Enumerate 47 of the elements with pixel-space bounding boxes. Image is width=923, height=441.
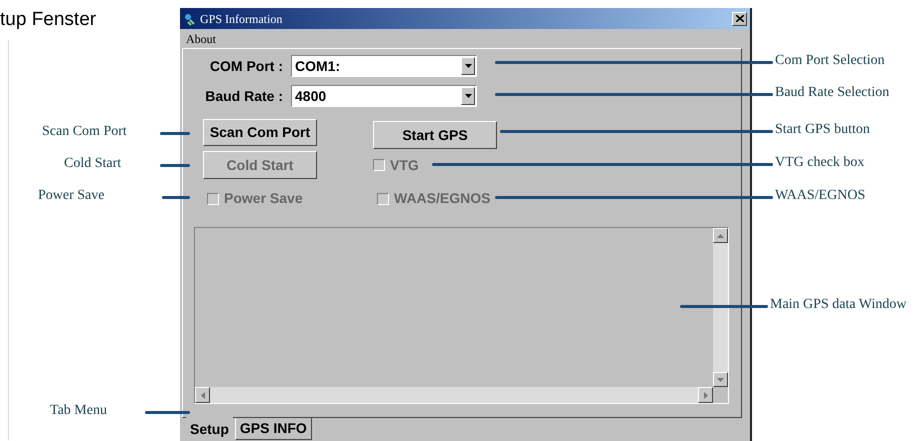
leader-line [162, 196, 190, 199]
scroll-left-button[interactable] [195, 387, 210, 403]
dropdown-button[interactable] [461, 57, 475, 75]
combo-box[interactable]: COM1: [291, 55, 477, 77]
callout-label: Tab Menu [50, 402, 107, 420]
combo-box[interactable]: 4800 [291, 85, 477, 107]
caret-icon [464, 94, 472, 98]
caret-icon [464, 64, 472, 68]
horizontal-scrollbar[interactable] [195, 387, 713, 403]
checkbox-label: Power Save [224, 189, 303, 208]
callout-label: Main GPS data Window [770, 296, 906, 314]
down-arrow-icon [717, 378, 724, 382]
leader-line [160, 132, 190, 135]
close-icon [736, 15, 744, 22]
close-button[interactable] [732, 12, 747, 26]
combo-value: COM1: [294, 56, 342, 76]
callout-label: Com Port Selection [775, 52, 885, 70]
scroll-down-button[interactable] [713, 372, 728, 387]
leader-line [160, 164, 190, 167]
satellite-icon [183, 12, 197, 26]
callout-label: Baud Rate Selection [775, 84, 890, 102]
leader-line [145, 411, 190, 414]
combo-value: 4800 [294, 86, 328, 106]
page-heading: tup Fenster [0, 8, 96, 32]
push-button[interactable]: Scan Com Port [203, 119, 317, 146]
menu-item[interactable]: About [186, 30, 216, 48]
callout-label: Start GPS button [775, 121, 870, 139]
callout-label: Cold Start [64, 155, 122, 173]
scroll-up-button[interactable] [713, 228, 728, 243]
tab[interactable]: GPS INFO [234, 418, 312, 440]
tab[interactable]: Setup [186, 417, 233, 439]
callout-label: VTG check box [775, 154, 864, 172]
right-arrow-icon [704, 392, 708, 398]
up-arrow-icon [717, 234, 724, 238]
left-arrow-icon [200, 392, 204, 398]
checkbox-label: VTG [390, 156, 419, 174]
window-title: GPS Information [200, 10, 284, 28]
field-label: Baud Rate : [204, 86, 284, 106]
push-button[interactable]: Start GPS [373, 121, 497, 149]
checkbox-label: WAAS/EGNOS [394, 189, 490, 208]
vertical-scrollbar[interactable] [713, 228, 728, 387]
callout-label: Scan Com Port [42, 123, 127, 141]
callout-label: Power Save [38, 187, 104, 205]
dropdown-button[interactable] [461, 87, 475, 105]
field-label: COM Port : [208, 56, 284, 76]
callout-label: WAAS/EGNOS [775, 187, 866, 205]
scroll-right-button[interactable] [698, 387, 713, 403]
